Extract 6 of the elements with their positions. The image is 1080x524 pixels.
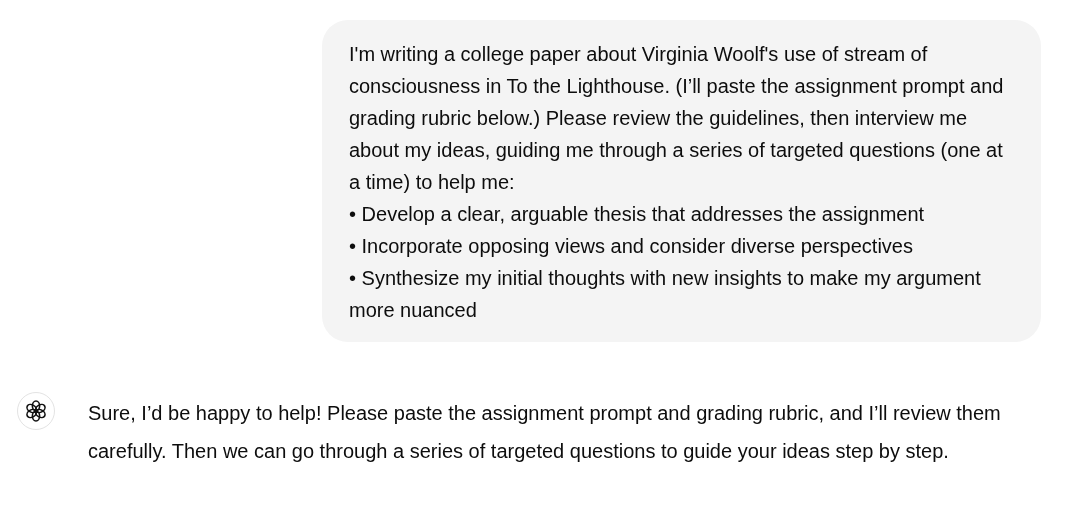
flower-logo-icon xyxy=(24,399,48,423)
message-text: • Incorporate opposing views and consider diverse perspectives xyxy=(349,234,914,259)
message-text: • Synthesize my initial thoughts with new insights to make my argument more nuanced xyxy=(349,266,982,323)
message-text: I'm writing a college paper about Virginia Woolf's use of stream of consciousness in To the Lighthouse. (I’ll paste the assignment prompt and grading rubric below.) Please review the guidelines, then interview me about my ideas, guiding me through a series of targeted questions (one at a time) to help me: xyxy=(349,42,1005,195)
message-text: Sure, I’d be happy to help! Please paste the assignment prompt and grading rubric, and I’ll review them carefully. Then we can go through a series of targeted questions to guide your ideas step by step. xyxy=(88,401,1002,464)
message-text: • Develop a clear, arguable thesis that addresses the assignment xyxy=(349,202,926,227)
